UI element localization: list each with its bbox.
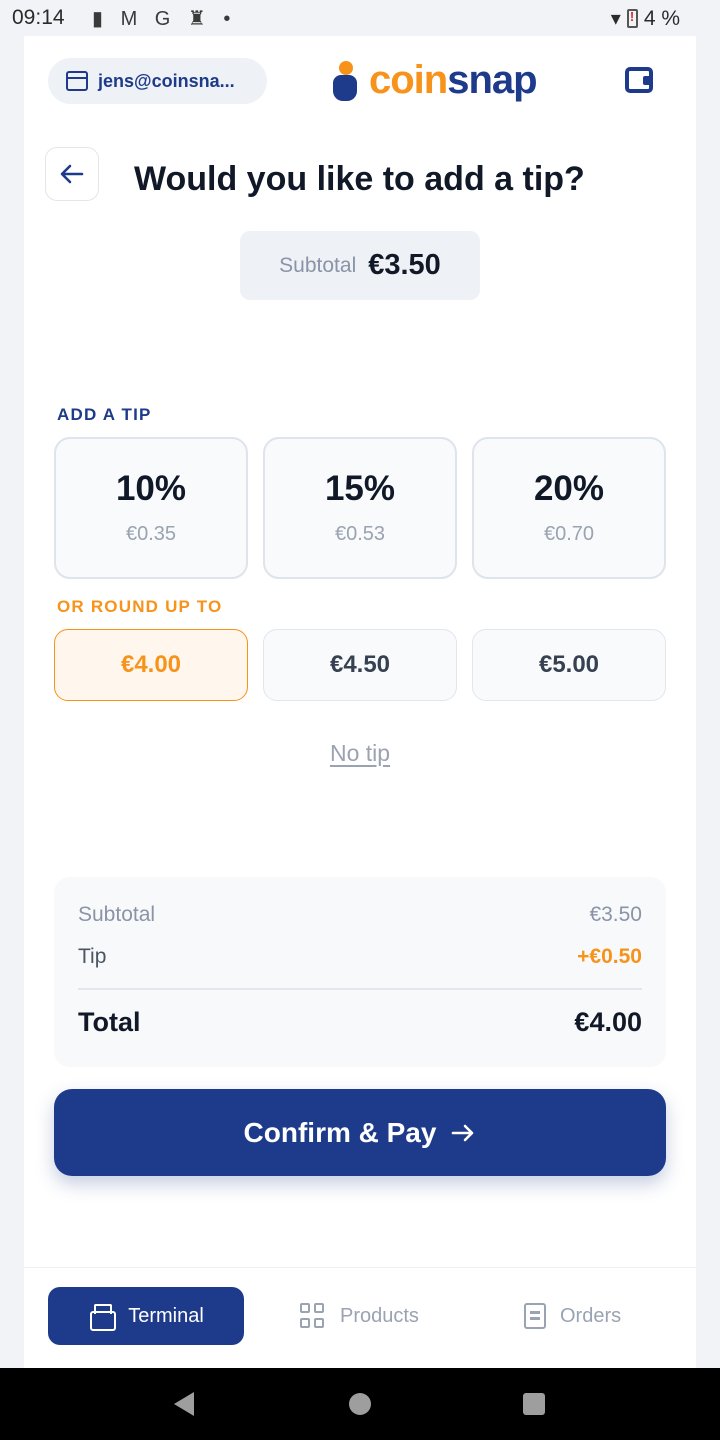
subtotal-pill: Subtotal €3.50 bbox=[240, 231, 480, 300]
round-up-option-4-50[interactable]: €4.50 bbox=[263, 629, 457, 701]
round-up-label: OR ROUND UP TO bbox=[57, 597, 223, 616]
arrow-left-icon bbox=[60, 164, 84, 184]
logo-text-coin: coin bbox=[369, 58, 448, 102]
add-tip-label: ADD A TIP bbox=[57, 405, 152, 424]
nav-terminal[interactable]: Terminal bbox=[48, 1287, 244, 1345]
logo-text-snap: snap bbox=[447, 58, 537, 102]
system-back-icon[interactable] bbox=[174, 1392, 194, 1416]
summary-total-row: Total €4.00 bbox=[78, 1007, 642, 1038]
summary-tip-row: Tip +€0.50 bbox=[78, 945, 642, 969]
status-bar: 09:14 ▮ M G ♜ • ▾ 4 % bbox=[0, 0, 720, 36]
cash-register-icon bbox=[88, 1303, 117, 1331]
grid-icon bbox=[300, 1303, 326, 1329]
account-chip[interactable]: jens@coinsna... bbox=[48, 58, 267, 104]
confirm-pay-label: Confirm & Pay bbox=[243, 1116, 437, 1148]
store-icon bbox=[66, 71, 88, 91]
subtotal-label: Subtotal bbox=[279, 253, 357, 277]
logo-hand-icon bbox=[329, 59, 363, 103]
system-recents-icon[interactable] bbox=[523, 1393, 545, 1415]
tip-option-15[interactable]: 15% €0.53 bbox=[263, 437, 457, 579]
summary-subtotal-label: Subtotal bbox=[78, 903, 156, 926]
tip-amount: €0.70 bbox=[543, 523, 595, 545]
nav-terminal-label: Terminal bbox=[128, 1304, 204, 1327]
tip-percent: 15% bbox=[324, 469, 396, 508]
account-email: jens@coinsna... bbox=[98, 70, 235, 91]
summary-subtotal-row: Subtotal €3.50 bbox=[78, 903, 642, 927]
back-button[interactable] bbox=[45, 147, 99, 201]
summary-tip-label: Tip bbox=[78, 945, 107, 968]
wifi-icon: ▾ bbox=[610, 8, 621, 30]
nav-products-label: Products bbox=[340, 1304, 419, 1327]
tip-option-10[interactable]: 10% €0.35 bbox=[54, 437, 248, 579]
confirm-pay-button[interactable]: Confirm & Pay bbox=[54, 1089, 666, 1176]
tip-amount: €0.53 bbox=[334, 523, 386, 545]
page-title: Would you like to add a tip? bbox=[134, 160, 585, 198]
receipt-icon bbox=[524, 1303, 546, 1329]
status-right: ▾ 4 % bbox=[611, 6, 680, 31]
summary-total-value: €4.00 bbox=[574, 1007, 642, 1037]
nav-products[interactable]: Products bbox=[300, 1287, 419, 1345]
nav-orders-label: Orders bbox=[560, 1304, 622, 1327]
round-up-option-4-00[interactable]: €4.00 bbox=[54, 629, 248, 701]
summary-divider bbox=[78, 988, 642, 990]
subtotal-value: €3.50 bbox=[368, 249, 441, 281]
no-tip-link[interactable]: No tip bbox=[330, 740, 390, 766]
nav-orders[interactable]: Orders bbox=[524, 1287, 621, 1345]
battery-icon bbox=[626, 9, 638, 28]
round-up-option-5-00[interactable]: €5.00 bbox=[472, 629, 666, 701]
order-summary: Subtotal €3.50 Tip +€0.50 Total €4.00 bbox=[54, 877, 666, 1067]
status-time: 09:14 bbox=[12, 6, 65, 29]
tip-percent: 10% bbox=[115, 469, 187, 508]
summary-tip-value: +€0.50 bbox=[577, 945, 642, 968]
bottom-nav: Terminal Products Orders bbox=[24, 1267, 696, 1368]
tip-percent: 20% bbox=[533, 469, 605, 508]
battery-percent: 4 % bbox=[643, 7, 680, 30]
android-nav-bar bbox=[0, 1368, 720, 1440]
app-screen: jens@coinsna... coinsnap Would you like … bbox=[24, 36, 696, 1368]
summary-total-label: Total bbox=[78, 1007, 141, 1037]
tip-option-20[interactable]: 20% €0.70 bbox=[472, 437, 666, 579]
summary-subtotal-value: €3.50 bbox=[589, 903, 642, 926]
coinsnap-logo: coinsnap bbox=[329, 58, 538, 103]
wallet-icon[interactable] bbox=[625, 67, 653, 93]
no-tip-row: No tip bbox=[24, 740, 696, 767]
tip-amount: €0.35 bbox=[125, 523, 177, 545]
arrow-right-icon bbox=[452, 1124, 474, 1141]
system-home-icon[interactable] bbox=[349, 1393, 371, 1415]
notification-icons: ▮ M G ♜ • bbox=[92, 8, 237, 30]
